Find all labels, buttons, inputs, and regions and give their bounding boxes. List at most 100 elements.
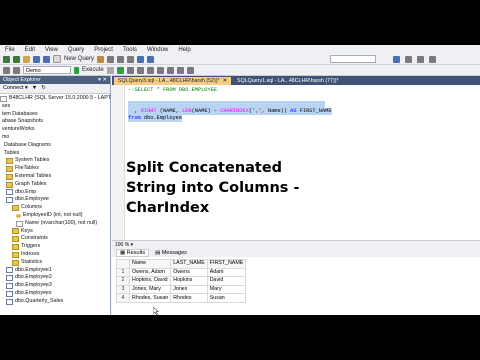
table-icon <box>6 275 13 282</box>
column-header-first-name[interactable]: FIRST_NAME <box>206 259 247 269</box>
tree-item[interactable]: FileTables <box>0 165 110 173</box>
wrench-icon[interactable] <box>429 55 436 63</box>
menu-window[interactable]: Window <box>142 47 173 53</box>
refresh-icon[interactable]: ↻ <box>41 84 46 93</box>
table-cell[interactable]: Jones, Mary <box>128 284 172 295</box>
tree-item[interactable]: dbo.Emp <box>0 189 110 197</box>
search-icon[interactable] <box>393 55 400 63</box>
execute-icon[interactable] <box>74 66 79 74</box>
tree-item[interactable]: dbo.Employees <box>0 290 110 298</box>
tree-item[interactable]: Constraints <box>0 235 110 243</box>
menu-view[interactable]: View <box>40 47 63 53</box>
tab-messages[interactable]: ▤ Messages <box>155 250 187 256</box>
redo-icon[interactable] <box>147 55 155 63</box>
tree-item[interactable]: Statistics <box>0 259 110 267</box>
tree-item[interactable]: dbo.Employee3 <box>0 282 110 290</box>
tree-item[interactable]: B48CLHR (SQL Server 15.0.2000.5 - LAPTOP <box>0 95 110 103</box>
tree-item[interactable]: Triggers <box>0 243 110 251</box>
stop-icon[interactable] <box>106 66 114 74</box>
menu-edit[interactable]: Edit <box>20 47 40 53</box>
table-cell[interactable]: Rhodes, Susan <box>128 293 172 303</box>
display-plan-icon[interactable] <box>126 66 134 74</box>
table-cell[interactable]: Owens <box>170 267 208 278</box>
change-connection-icon[interactable] <box>13 66 20 74</box>
table-row[interactable]: 4 Rhodes, Susan Rhodes Susan <box>116 293 247 303</box>
tree-item[interactable]: dbo.Employee2 <box>0 274 110 282</box>
tree-item[interactable]: External Tables <box>0 173 110 181</box>
back-icon[interactable] <box>3 55 10 63</box>
save-all-icon[interactable] <box>43 55 50 63</box>
tree-item[interactable]: ventureWorks <box>0 126 110 134</box>
column-header-last-name[interactable]: LAST_NAME <box>170 259 208 269</box>
properties-icon[interactable] <box>405 55 412 63</box>
table-cell[interactable]: Jones <box>170 284 208 295</box>
copy-icon[interactable] <box>117 55 125 63</box>
cut-icon[interactable] <box>107 55 115 63</box>
tree-item[interactable]: abase Snapshots <box>0 118 110 126</box>
column-header-name[interactable]: Name <box>128 259 172 269</box>
tree-item[interactable]: dbo.Quarterly_Sales <box>0 298 110 306</box>
new-query-icon[interactable] <box>53 55 61 63</box>
table-cell[interactable]: Adam <box>206 267 247 278</box>
table-cell[interactable]: Susan <box>206 293 247 303</box>
sql-editor[interactable]: --SELECT * FROM DBO.EMPLOYEE SELECT Name… <box>112 85 480 245</box>
tree-item[interactable]: dbo.Employee1 <box>0 267 110 275</box>
tab-sqlquery1[interactable]: SQLQuery1.sql - LA...48CLHR\harsh (77))* <box>233 77 343 85</box>
database-select[interactable]: Demo <box>23 66 71 74</box>
connect-dropdown[interactable]: Connect ▾ <box>3 84 28 93</box>
uncomment-icon[interactable] <box>176 66 184 74</box>
results-text-icon[interactable] <box>156 66 164 74</box>
menu-help[interactable]: Help <box>173 47 195 53</box>
filter-icon[interactable]: ▼ <box>32 84 37 93</box>
comment-icon[interactable] <box>166 66 174 74</box>
tab-results[interactable]: ▦ Results <box>116 248 150 257</box>
query-options-icon[interactable] <box>136 66 144 74</box>
table-cell[interactable]: Rhodes <box>170 293 208 303</box>
tree-item[interactable]: Graph Tables <box>0 181 110 189</box>
tree-item[interactable]: ses <box>0 103 110 111</box>
menu-file[interactable]: File <box>0 47 20 53</box>
close-icon[interactable]: ✕ <box>223 78 227 84</box>
pin-icon[interactable]: ▾ ✕ <box>98 76 107 84</box>
table-row[interactable]: 1 Owens, Adam Owens Adam <box>116 267 247 278</box>
save-icon[interactable] <box>33 55 40 63</box>
table-row[interactable]: 2 Hopkins, David Hopkins David <box>116 276 247 286</box>
undo-icon[interactable] <box>137 55 145 63</box>
tree-item[interactable]: Database Diagrams <box>0 142 110 150</box>
table-cell[interactable]: Owens, Adam <box>128 267 172 278</box>
parse-icon[interactable] <box>116 66 124 74</box>
tree-item[interactable]: Name (nvarchar(100), not null) <box>0 220 110 228</box>
tree-item[interactable]: Keys <box>0 228 110 236</box>
solution-config-select[interactable] <box>330 55 376 63</box>
table-cell[interactable]: Mary <box>206 284 247 295</box>
menu-query[interactable]: Query <box>63 47 89 53</box>
tree-item[interactable]: Indexes <box>0 251 110 259</box>
table-cell[interactable]: Hopkins, David <box>128 276 172 286</box>
tree-item[interactable]: dbo.Employee <box>0 196 110 204</box>
tree-item[interactable]: Columns <box>0 204 110 212</box>
tree-item[interactable]: mo <box>0 134 110 142</box>
results-grid-icon[interactable] <box>146 66 154 74</box>
tree-item[interactable]: EmployeeID (int, not null) <box>0 212 110 220</box>
tree-item[interactable]: tem Databases <box>0 111 110 119</box>
toolbox-icon[interactable] <box>417 55 424 63</box>
new-query-button[interactable]: New Query <box>64 56 94 62</box>
results-grid[interactable]: Name LAST_NAME FIRST_NAME 1 Owens, Adam Ow… <box>116 259 247 303</box>
indent-icon[interactable] <box>186 66 194 74</box>
tree-item[interactable]: Tables <box>0 150 110 158</box>
menu-project[interactable]: Project <box>89 47 118 53</box>
connect-icon[interactable] <box>3 66 10 74</box>
table-cell[interactable]: Hopkins <box>170 276 208 286</box>
row-number-header <box>116 259 130 269</box>
execute-button[interactable]: Execute <box>82 67 104 73</box>
table-row[interactable]: 3 Jones, Mary Jones Mary <box>116 284 247 295</box>
table-cell[interactable]: David <box>206 276 247 286</box>
menu-tools[interactable]: Tools <box>118 47 142 53</box>
key-icon <box>16 213 21 218</box>
paste-icon[interactable] <box>127 55 135 63</box>
forward-icon[interactable] <box>13 55 20 63</box>
tree-item[interactable]: System Tables <box>0 157 110 165</box>
db-query-icon[interactable] <box>97 55 105 63</box>
tab-sqlquery3[interactable]: SQLQuery3.sql - LA...48CLHR\harsh (52))*… <box>114 77 232 85</box>
open-icon[interactable] <box>23 55 30 63</box>
